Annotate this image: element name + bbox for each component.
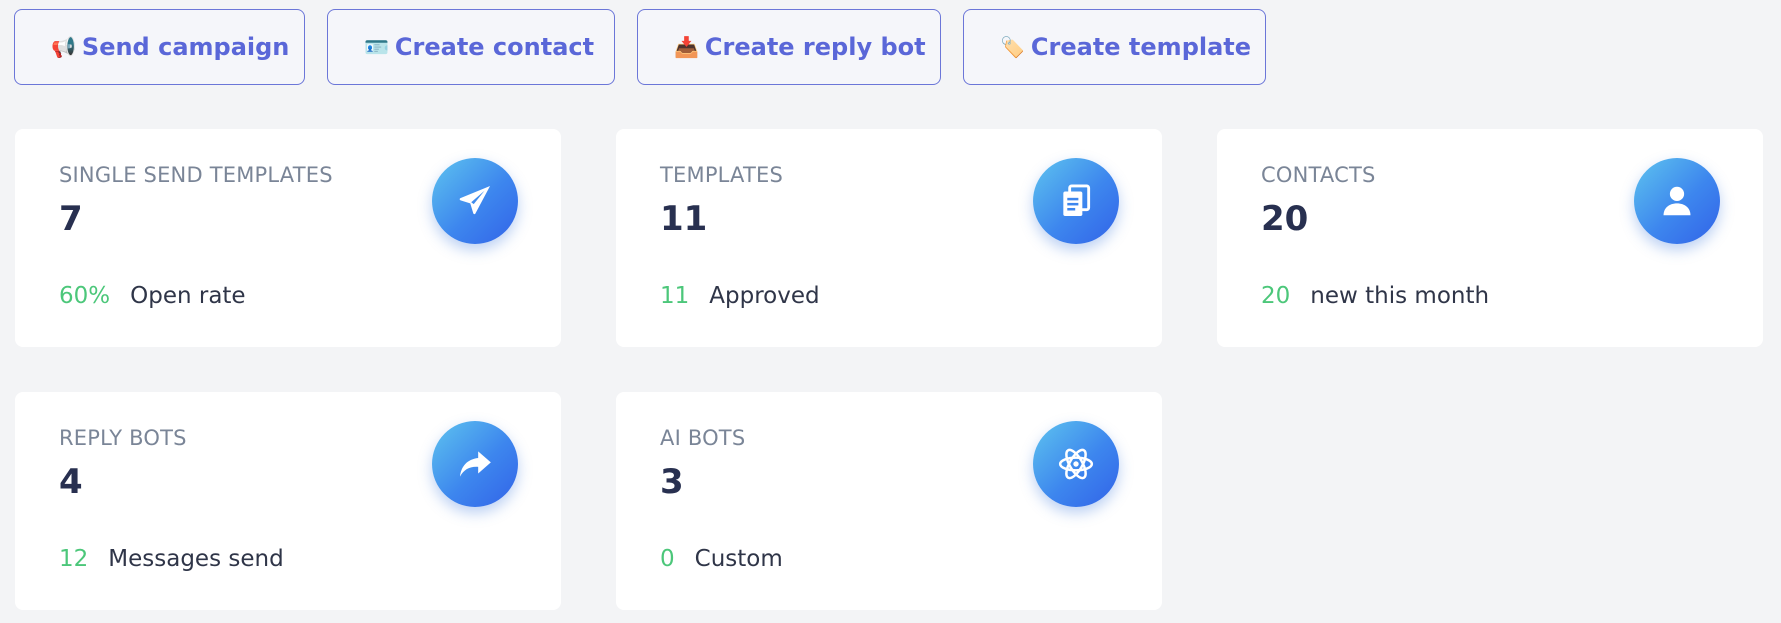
card-stat-label: Open rate (130, 283, 246, 309)
card-title: REPLY BOTS (59, 426, 187, 450)
share-arrow-icon (432, 421, 518, 507)
send-campaign-button[interactable]: 📢 Send campaign (14, 9, 305, 85)
card-title: TEMPLATES (660, 163, 784, 187)
card-value: 4 (59, 462, 83, 502)
card-title: CONTACTS (1261, 163, 1376, 187)
card-footer: 0 Custom (660, 546, 783, 572)
user-icon (1634, 158, 1720, 244)
card-stat-label: Custom (694, 546, 783, 572)
label-tag-icon: 🏷️ (1000, 35, 1025, 59)
card-stat-number: 60% (59, 283, 111, 309)
inbox-tray-icon: 📥 (674, 35, 699, 59)
stat-card-contacts[interactable]: CONTACTS 20 20 new this month (1217, 129, 1763, 347)
card-value: 3 (660, 462, 684, 502)
card-stat-number: 0 (660, 546, 675, 572)
card-stat-number: 20 (1261, 283, 1291, 309)
card-stat-label: Messages send (108, 546, 284, 572)
card-value: 7 (59, 199, 83, 239)
paper-plane-icon (432, 158, 518, 244)
documents-icon (1033, 158, 1119, 244)
send-campaign-label: Send campaign (81, 33, 290, 61)
stat-card-single-send-templates[interactable]: SINGLE SEND TEMPLATES 7 60% Open rate (15, 129, 561, 347)
card-title: SINGLE SEND TEMPLATES (59, 163, 333, 187)
card-footer: 12 Messages send (59, 546, 284, 572)
atom-icon (1033, 421, 1119, 507)
card-stat-label: new this month (1310, 283, 1490, 309)
stat-card-reply-bots[interactable]: REPLY BOTS 4 12 Messages send (15, 392, 561, 610)
card-value: 20 (1261, 199, 1309, 239)
stat-card-ai-bots[interactable]: AI BOTS 3 0 Custom (616, 392, 1162, 610)
card-footer: 11 Approved (660, 283, 820, 309)
card-footer: 60% Open rate (59, 283, 246, 309)
create-contact-label: Create contact (394, 33, 595, 61)
create-template-label: Create template (1030, 33, 1252, 61)
stat-card-templates[interactable]: TEMPLATES 11 11 Approved (616, 129, 1162, 347)
megaphone-icon: 📢 (51, 35, 76, 59)
card-stat-label: Approved (709, 283, 820, 309)
id-card-icon: 🪪 (364, 35, 389, 59)
card-stat-number: 11 (660, 283, 690, 309)
create-contact-button[interactable]: 🪪 Create contact (327, 9, 615, 85)
card-stat-number: 12 (59, 546, 89, 572)
card-footer: 20 new this month (1261, 283, 1489, 309)
create-template-button[interactable]: 🏷️ Create template (963, 9, 1266, 85)
create-reply-bot-button[interactable]: 📥 Create reply bot (637, 9, 941, 85)
quick-actions-bar: 📢 Send campaign 🪪 Create contact 📥 Creat… (14, 9, 1266, 85)
create-reply-bot-label: Create reply bot (704, 33, 926, 61)
card-value: 11 (660, 199, 708, 239)
card-title: AI BOTS (660, 426, 746, 450)
